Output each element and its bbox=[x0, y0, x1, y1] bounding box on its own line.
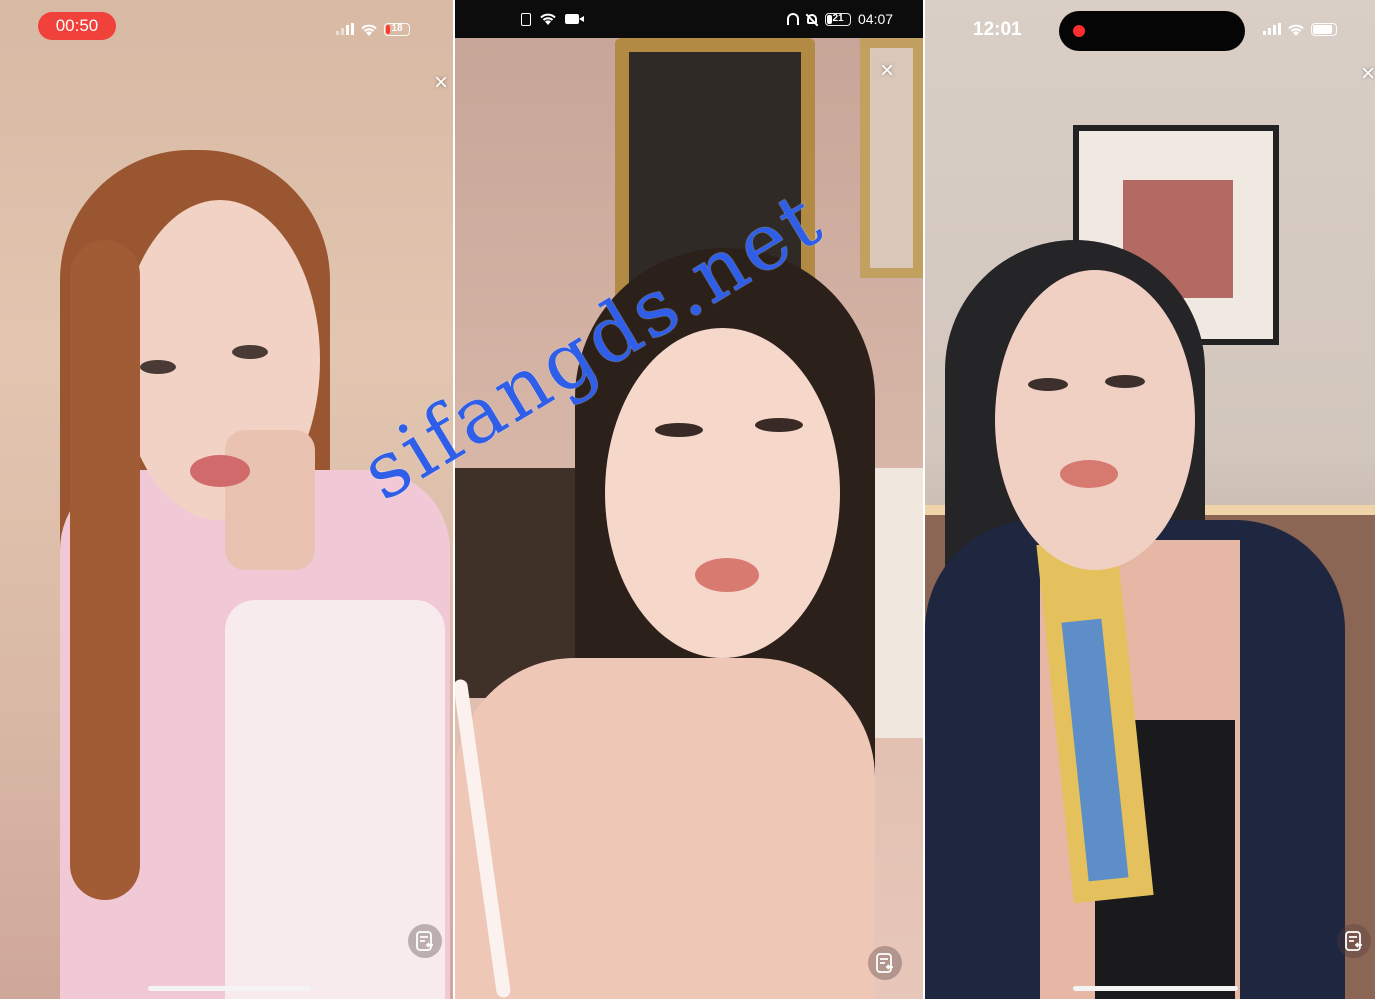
home-indicator[interactable] bbox=[1073, 986, 1238, 991]
signal-icon bbox=[1263, 23, 1281, 35]
video-panel-2: 21 04:07 × bbox=[455, 0, 923, 999]
video-feed-1 bbox=[0, 0, 453, 999]
video-panel-3: 12:01 × bbox=[925, 0, 1375, 999]
battery-icon: 21 bbox=[825, 12, 851, 26]
recording-dot-icon bbox=[1073, 25, 1085, 37]
mute-icon bbox=[805, 13, 819, 26]
close-icon[interactable]: × bbox=[1361, 63, 1375, 85]
status-time: 12:01 bbox=[973, 19, 1022, 40]
battery-icon bbox=[1311, 22, 1337, 36]
chat-list-icon[interactable] bbox=[1337, 924, 1371, 958]
panel-divider bbox=[453, 0, 455, 999]
status-bar: 21 04:07 bbox=[455, 0, 923, 38]
camera-icon bbox=[565, 14, 584, 24]
headphones-icon bbox=[787, 13, 799, 25]
video-feed-3 bbox=[925, 0, 1375, 999]
wifi-icon bbox=[1287, 22, 1305, 36]
battery-icon: 18 bbox=[384, 22, 410, 36]
wifi-icon bbox=[539, 12, 557, 26]
status-bar: 12:01 bbox=[925, 0, 1375, 51]
chat-list-icon[interactable] bbox=[408, 924, 442, 958]
video-panel-1: 00:50 18 × bbox=[0, 0, 453, 999]
chat-list-icon[interactable] bbox=[868, 946, 902, 980]
home-indicator[interactable] bbox=[148, 986, 311, 991]
close-icon[interactable]: × bbox=[876, 59, 898, 83]
close-icon[interactable]: × bbox=[430, 71, 452, 95]
dynamic-island bbox=[1059, 11, 1245, 51]
battery-level: 21 bbox=[832, 12, 844, 24]
panel-divider bbox=[923, 0, 925, 999]
battery-level: 18 bbox=[391, 22, 403, 34]
recording-timer-pill[interactable]: 00:50 bbox=[38, 12, 116, 40]
status-bar: 00:50 18 bbox=[0, 0, 453, 40]
status-time: 04:07 bbox=[858, 11, 894, 27]
sim-icon bbox=[521, 12, 531, 26]
video-feed-2 bbox=[455, 38, 923, 999]
wifi-icon bbox=[360, 22, 378, 36]
signal-icon bbox=[336, 23, 354, 35]
